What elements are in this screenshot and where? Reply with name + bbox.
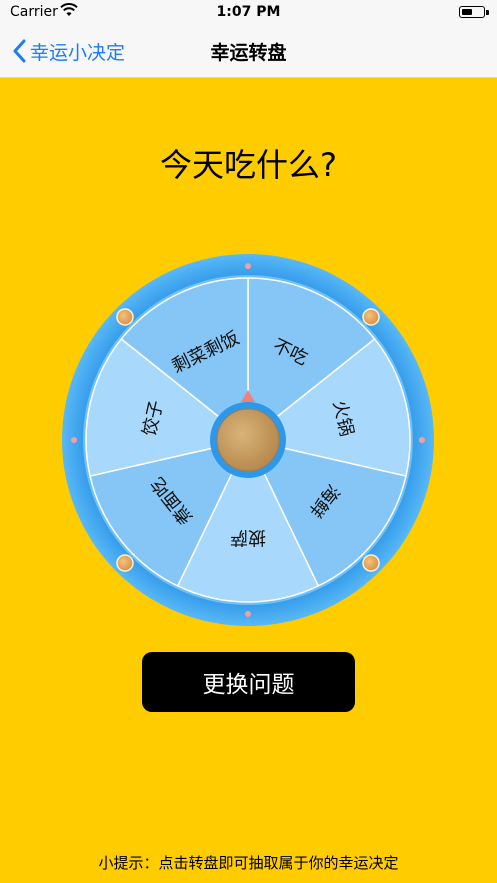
wheel-segment-label: 披萨 bbox=[230, 527, 266, 548]
rim-dot bbox=[245, 263, 251, 269]
status-bar: Carrier 1:07 PM bbox=[0, 0, 497, 26]
rim-light bbox=[362, 554, 380, 572]
question-title: 今天吃什么? bbox=[160, 146, 337, 184]
rim-light bbox=[116, 308, 134, 326]
clock: 1:07 PM bbox=[216, 4, 281, 20]
rim-light bbox=[116, 554, 134, 572]
battery-icon bbox=[459, 6, 485, 18]
rim-dot bbox=[245, 611, 251, 617]
hint-text: 小提示：点击转盘即可抽取属于你的幸运决定 bbox=[98, 854, 399, 872]
rim-dot bbox=[71, 437, 77, 443]
rim-dot bbox=[419, 437, 425, 443]
lucky-wheel[interactable]: 不吃火锅海鲜披萨煮面吃饺子剩菜剩饭 bbox=[58, 250, 438, 630]
rim-light bbox=[362, 308, 380, 326]
navigation-bar: 幸运小决定 幸运转盘 bbox=[0, 26, 497, 78]
nav-title: 幸运转盘 bbox=[210, 42, 287, 64]
battery-tip bbox=[486, 10, 489, 15]
wheel-hub[interactable] bbox=[216, 408, 280, 472]
change-question-button[interactable]: 更换问题 bbox=[142, 652, 355, 712]
